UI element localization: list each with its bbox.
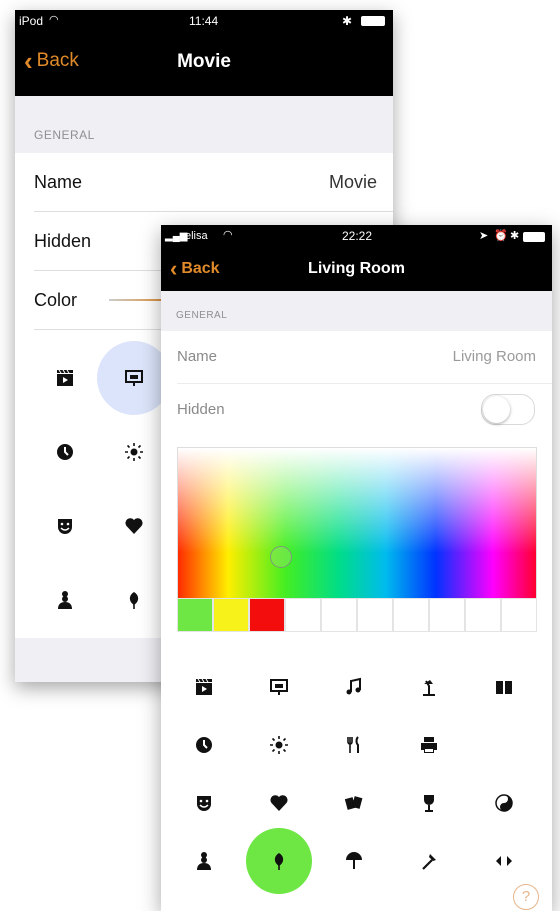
bluetooth-icon: ✱ xyxy=(510,230,520,242)
chef-icon[interactable] xyxy=(51,586,79,614)
wine-glass-icon[interactable] xyxy=(415,789,443,817)
hidden-label: Hidden xyxy=(177,401,225,418)
section-label: GENERAL xyxy=(176,310,228,321)
music-note-icon[interactable] xyxy=(340,673,368,701)
fork-knife-icon[interactable] xyxy=(340,731,368,759)
bluetooth-icon: ✱ xyxy=(342,14,353,28)
clock-label: 11:44 xyxy=(189,14,219,28)
living-room-settings-screen: ▂▄▆ elisa ◠ 22:22 ➤ ⏰ ✱ ‹ Back Living Ro… xyxy=(161,225,552,911)
status-bar: iPod ◠ 11:44 ✱ xyxy=(15,10,393,32)
section-header: GENERAL xyxy=(15,96,393,153)
help-button[interactable]: ? xyxy=(513,884,539,910)
yin-yang-icon[interactable] xyxy=(490,789,518,817)
color-swatch[interactable] xyxy=(465,598,501,632)
color-swatch[interactable] xyxy=(285,598,321,632)
color-slider-track[interactable] xyxy=(109,299,169,301)
name-row[interactable]: Name Movie xyxy=(15,153,393,211)
battery-icon xyxy=(361,16,385,26)
sun-icon[interactable] xyxy=(265,731,293,759)
alarm-icon: ⏰ xyxy=(494,230,508,242)
color-swatch[interactable] xyxy=(357,598,393,632)
hidden-row: Hidden xyxy=(161,384,552,436)
moon-icon[interactable] xyxy=(490,731,518,759)
wifi-icon: ◠ xyxy=(49,14,59,26)
cards-icon[interactable] xyxy=(340,789,368,817)
projector-screen-icon[interactable] xyxy=(120,364,148,392)
color-swatch[interactable] xyxy=(501,598,537,632)
color-swatch[interactable] xyxy=(393,598,429,632)
status-bar: ▂▄▆ elisa ◠ 22:22 ➤ ⏰ ✱ xyxy=(161,225,552,249)
nav-bar: ‹ Back Movie xyxy=(15,32,393,96)
projector-screen-icon[interactable] xyxy=(265,673,293,701)
umbrella-icon[interactable] xyxy=(340,847,368,875)
hammer-icon[interactable] xyxy=(415,847,443,875)
speaker-icon[interactable] xyxy=(490,847,518,875)
color-picker-spectrum[interactable] xyxy=(177,447,537,599)
desk-lamp-icon[interactable] xyxy=(415,673,443,701)
color-swatch-row xyxy=(177,598,537,632)
sun-icon[interactable] xyxy=(120,438,148,466)
wifi-icon: ◠ xyxy=(223,229,233,241)
clapperboard-icon[interactable] xyxy=(51,364,79,392)
hidden-label: Hidden xyxy=(34,231,92,251)
color-swatch[interactable] xyxy=(213,598,249,632)
color-swatch[interactable] xyxy=(429,598,465,632)
printer-icon[interactable] xyxy=(415,731,443,759)
name-row[interactable]: Name Living Room xyxy=(161,331,552,383)
page-title: Living Room xyxy=(308,260,405,277)
clock-icon[interactable] xyxy=(51,438,79,466)
chef-icon[interactable] xyxy=(190,847,218,875)
color-picker-handle[interactable] xyxy=(270,546,292,568)
theater-mask-icon[interactable] xyxy=(51,512,79,540)
leaf-icon[interactable] xyxy=(265,847,293,875)
toggle-knob xyxy=(483,396,510,423)
leaf-icon[interactable] xyxy=(120,586,148,614)
theater-mask-icon[interactable] xyxy=(190,789,218,817)
section-label: GENERAL xyxy=(34,128,95,142)
color-label: Color xyxy=(34,290,78,310)
carrier-label: iPod xyxy=(19,14,44,28)
color-swatch[interactable] xyxy=(177,598,213,632)
carrier-label: elisa xyxy=(185,230,208,242)
heart-icon[interactable] xyxy=(120,512,148,540)
battery-icon xyxy=(523,232,545,242)
page-title: Movie xyxy=(177,51,231,72)
section-header: GENERAL xyxy=(161,291,552,331)
name-value: Movie xyxy=(328,172,377,192)
nav-bar: ‹ Back Living Room xyxy=(161,249,552,291)
clock-icon[interactable] xyxy=(190,731,218,759)
book-icon[interactable] xyxy=(490,673,518,701)
clapperboard-icon[interactable] xyxy=(190,673,218,701)
heart-icon[interactable] xyxy=(265,789,293,817)
name-label: Name xyxy=(177,348,218,365)
color-swatch[interactable] xyxy=(249,598,285,632)
location-icon: ➤ xyxy=(479,230,489,242)
clock-label: 22:22 xyxy=(342,229,373,243)
name-label: Name xyxy=(34,172,83,192)
name-value: Living Room xyxy=(452,348,536,365)
color-swatch[interactable] xyxy=(321,598,357,632)
hidden-toggle[interactable] xyxy=(481,394,535,425)
